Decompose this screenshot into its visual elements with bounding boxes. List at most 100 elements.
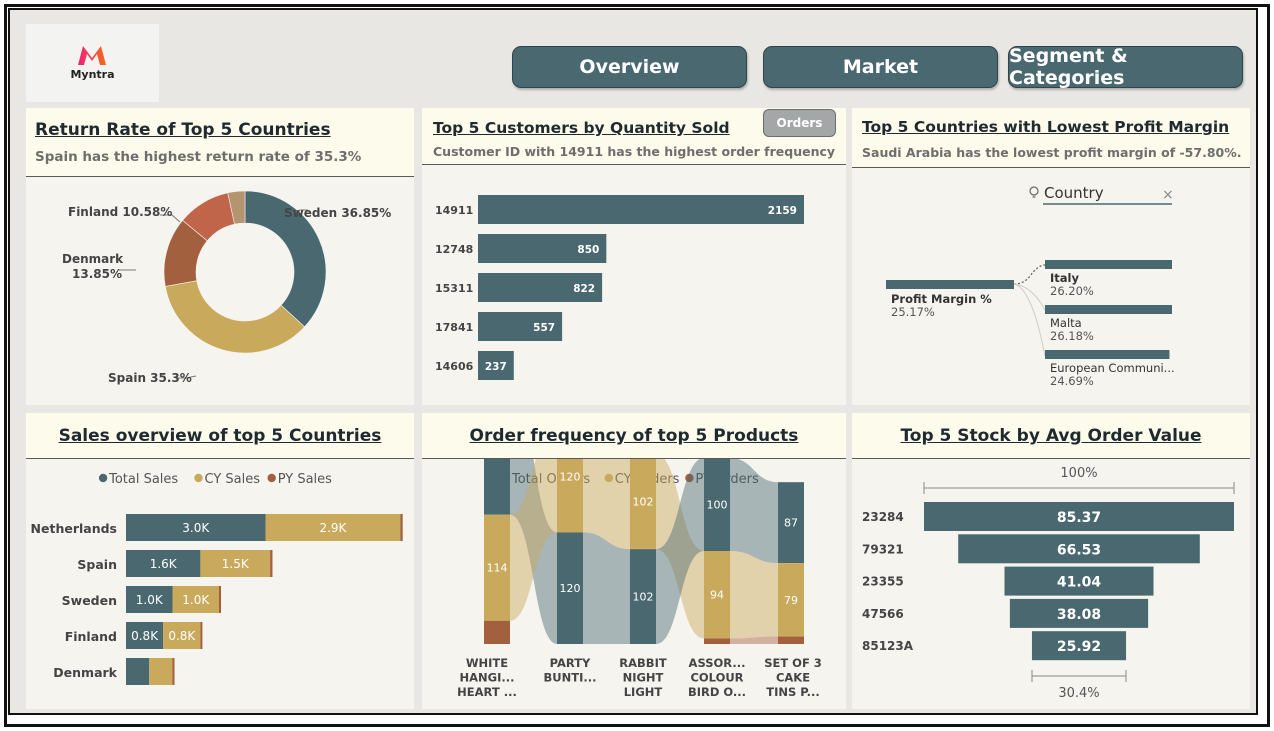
sales-segment-label: 2.9K — [319, 521, 347, 535]
customer-bar-value: 822 — [573, 283, 595, 295]
product-label: TINS P... — [766, 685, 819, 699]
product-label: ASSOR... — [689, 656, 746, 670]
nav-market-button[interactable]: Market — [763, 46, 998, 88]
stock-funnel-chart: 100% 23284 85.37 79321 66.53 23355 41.04 47566… — [862, 466, 1235, 701]
ribbon-connector — [730, 459, 778, 564]
close-icon[interactable]: × — [1162, 187, 1174, 203]
order-frequency-panel: Order frequency of top 5 Products Total … — [422, 413, 846, 709]
sales-segment-label: 1.5K — [222, 557, 250, 571]
legend-label[interactable]: PY Sales — [278, 472, 332, 487]
profit-margin-decomposition-tree: Country × Profit Margin % 25.17% Italy26… — [886, 184, 1175, 388]
sales-overview-bar-chart: Total Sales CY Sales PY Sales Netherlands 3… — [31, 472, 403, 685]
top-customers-subtitle: Customer ID with 14911 has the highest o… — [433, 144, 836, 159]
sales-overview-title: Sales overview of top 5 Countries — [58, 426, 382, 446]
top-customers-panel: Top 5 Customers by Quantity Sold Custome… — [422, 108, 846, 405]
sales-segment[interactable] — [200, 622, 203, 649]
root-node-bar[interactable] — [886, 280, 1014, 289]
customer-id-label: 15311 — [435, 282, 473, 295]
profit-margin-panel: Top 5 Countries with Lowest Profit Margi… — [852, 108, 1250, 405]
country-node-value: 26.18% — [1050, 329, 1094, 343]
legend-marker — [267, 473, 276, 483]
customer-bar[interactable] — [478, 195, 804, 224]
order-bar-value: 102 — [633, 496, 654, 509]
product-label: WHITE — [466, 656, 508, 670]
country-node-bar[interactable] — [1045, 350, 1170, 359]
country-level-label[interactable]: Country — [1044, 184, 1104, 202]
order-bar-value: 120 — [560, 582, 581, 595]
profit-margin-subtitle: Saudi Arabia has the lowest profit margi… — [862, 145, 1242, 160]
sales-segment-label: 1.6K — [150, 557, 178, 571]
stock-code-label: 23284 — [862, 510, 904, 524]
order-bar-segment[interactable] — [484, 620, 510, 644]
product-label: LIGHT — [624, 685, 663, 699]
country-node-value: 24.69% — [1050, 374, 1094, 388]
customer-bar-value: 850 — [577, 244, 599, 256]
legend-label[interactable]: Total Sales — [108, 472, 178, 487]
country-node-name: Malta — [1050, 316, 1082, 330]
country-label: Denmark — [53, 665, 117, 680]
funnel-bottom-percent: 30.4% — [1058, 686, 1099, 701]
nav-overview-button[interactable]: Overview — [512, 46, 747, 88]
funnel-bar-value: 85.37 — [1057, 510, 1101, 526]
legend-marker — [194, 473, 203, 483]
product-label: BUNTI... — [544, 671, 597, 685]
product-label: HEART ... — [457, 685, 517, 699]
country-node-bar[interactable] — [1045, 305, 1172, 314]
root-node-value: 25.17% — [891, 305, 935, 319]
connector-malta — [1013, 283, 1046, 311]
country-label: Spain — [77, 557, 117, 572]
customer-bar-value: 2159 — [768, 205, 797, 217]
funnel-bar-value: 38.08 — [1057, 607, 1101, 623]
order-bar-value: 120 — [560, 471, 581, 484]
order-bar-segment[interactable] — [704, 638, 730, 644]
sales-segment[interactable] — [219, 586, 221, 613]
top-customers-bar-chart: 14911 2159 12748 850 15311 822 17841 557 14606 23… — [435, 195, 804, 380]
denmark-label-name: Denmark — [62, 252, 124, 266]
legend-label[interactable]: CY Sales — [205, 472, 261, 487]
denmark-label-pct: 13.85% — [72, 267, 122, 281]
sales-segment-label: 0.8K — [168, 629, 196, 643]
orders-toggle-button[interactable]: Orders — [763, 109, 836, 137]
sales-segment[interactable] — [126, 658, 150, 685]
stock-code-label: 79321 — [862, 542, 904, 556]
sales-segment-label: 0.8K — [131, 629, 159, 643]
customer-bar-value: 237 — [485, 361, 507, 373]
ribbon-connector — [583, 532, 630, 644]
root-node-label: Profit Margin % — [891, 292, 992, 306]
myntra-logo-icon — [78, 46, 106, 65]
customer-id-label: 14606 — [435, 360, 474, 373]
product-label: NIGHT — [623, 671, 664, 685]
sales-segment-label: 1.0K — [136, 593, 164, 607]
stock-code-label: 47566 — [862, 607, 904, 621]
nav-segment-categories-button[interactable]: Segment & Categories — [1008, 45, 1243, 89]
ribbon-connector — [730, 551, 778, 639]
order-frequency-ribbon-chart: Total OrdersCY OrdersPY Orders 139114120… — [457, 459, 822, 699]
sales-segment[interactable] — [270, 550, 273, 577]
order-bar-value: 94 — [710, 589, 724, 602]
sales-segment[interactable] — [149, 658, 173, 685]
stock-code-label: 85123A — [862, 639, 914, 653]
return-rate-panel: Return Rate of Top 5 Countries Spain has… — [26, 108, 414, 405]
profit-margin-title: Top 5 Countries with Lowest Profit Margi… — [862, 118, 1230, 136]
donut-slice-spain[interactable] — [164, 280, 305, 354]
country-label: Finland — [65, 629, 117, 644]
sales-segment[interactable] — [172, 658, 175, 685]
order-bar-segment[interactable] — [778, 636, 804, 644]
order-bar-value: 102 — [633, 591, 654, 604]
spain-label: Spain 35.3% — [108, 371, 192, 385]
return-rate-subtitle: Spain has the highest return rate of 35.… — [35, 149, 362, 165]
country-node-name: European Communi... — [1050, 361, 1175, 375]
connector-italy — [1013, 264, 1046, 285]
order-bar-segment[interactable] — [484, 459, 510, 515]
order-bar-value: 79 — [784, 594, 798, 607]
product-label: BIRD O... — [688, 685, 746, 699]
product-label: CAKE — [776, 671, 810, 685]
funnel-bar-value: 41.04 — [1057, 575, 1102, 591]
brand-logo: Myntra — [26, 24, 159, 102]
return-rate-title: Return Rate of Top 5 Countries — [35, 120, 331, 140]
country-node-bar[interactable] — [1045, 260, 1172, 269]
sales-segment[interactable] — [400, 514, 403, 541]
product-label: RABBIT — [619, 656, 667, 670]
stock-code-label: 23355 — [862, 575, 904, 589]
product-label: SET OF 3 — [764, 656, 822, 670]
